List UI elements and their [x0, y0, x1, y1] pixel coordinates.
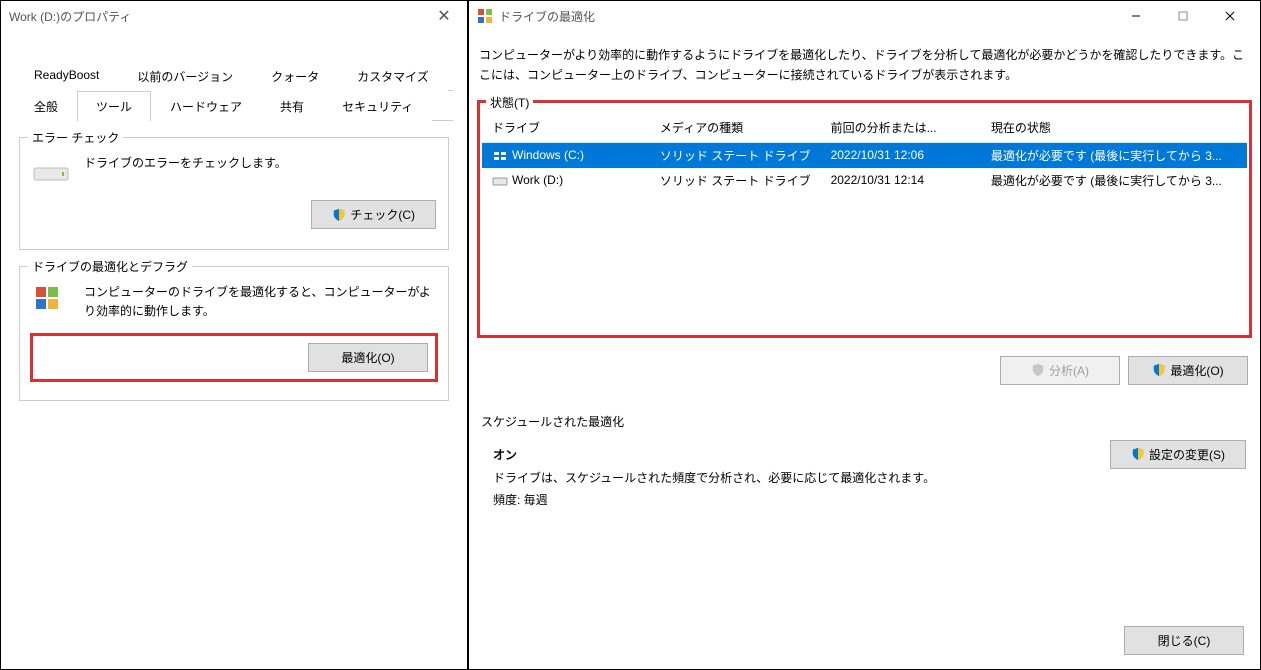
defrag-icon	[32, 283, 72, 315]
optimize-group: ドライブの最適化とデフラグ コンピューターのドライブを最適化すると、コンピュータ…	[19, 266, 449, 401]
window-title: Work (D:)のプロパティ	[9, 8, 429, 25]
table-row[interactable]: Work (D:) ソリッド ステート ドライブ2022/10/31 12:14最…	[482, 168, 1247, 193]
tab-row-top: ReadyBoost 以前のバージョン クォータ カスタマイズ	[15, 61, 453, 91]
schedule-text: ドライブは、スケジュールされた頻度で分析され、必要に応じて最適化されます。	[493, 471, 935, 485]
change-settings-button[interactable]: 設定の変更(S)	[1110, 440, 1246, 469]
error-check-legend: エラー チェック	[28, 129, 123, 146]
check-button[interactable]: チェック(C)	[311, 200, 436, 229]
table-row[interactable]: Windows (C:) ソリッド ステート ドライブ2022/10/31 12:…	[482, 142, 1247, 168]
optimize-drives-dialog: ドライブの最適化 コンピューターがより効率的に動作するようにドライブを最適化した…	[468, 0, 1261, 670]
error-check-text: ドライブのエラーをチェックします。	[84, 154, 436, 173]
drives-table: ドライブ メディアの種類 前回の分析または... 現在の状態 Windows (…	[482, 113, 1247, 193]
close-button[interactable]	[1207, 2, 1252, 30]
tab-security[interactable]: セキュリティ	[323, 91, 432, 121]
drive-state: 最適化が必要です (最後に実行してから 3...	[981, 168, 1247, 193]
optimize-text: コンピューターのドライブを最適化すると、コンピューターがより効率的に動作します。	[84, 283, 436, 321]
close-dialog-button[interactable]: 閉じる(C)	[1124, 626, 1244, 655]
maximize-button[interactable]	[1160, 2, 1205, 30]
description-text: コンピューターがより効率的に動作するようにドライブを最適化したり、ドライブを分析…	[469, 31, 1260, 96]
optimize-legend: ドライブの最適化とデフラグ	[28, 258, 192, 275]
col-media[interactable]: メディアの種類	[650, 113, 821, 143]
status-group: 状態(T) ドライブ メディアの種類 前回の分析または... 現在の状態 Win…	[479, 102, 1250, 336]
window-title: ドライブの最適化	[499, 8, 1113, 25]
content-area: ReadyBoost 以前のバージョン クォータ カスタマイズ 全般 ツール ハ…	[1, 31, 467, 427]
action-buttons: 分析(A) 最適化(O)	[469, 342, 1260, 399]
tab-row-bottom: 全般 ツール ハードウェア 共有 セキュリティ	[15, 91, 453, 121]
optimize-button[interactable]: 最適化(O)	[308, 343, 428, 372]
shield-icon	[1152, 363, 1166, 377]
analyze-button-label: 分析(A)	[1049, 362, 1089, 379]
status-legend: 状態(T)	[486, 94, 533, 111]
tab-tools[interactable]: ツール	[77, 91, 151, 121]
drive-name: Windows (C:)	[512, 148, 584, 162]
app-icon	[477, 8, 493, 24]
titlebar: ドライブの最適化	[469, 1, 1260, 31]
minimize-button[interactable]	[1113, 2, 1158, 30]
schedule-heading: スケジュールされた最適化	[471, 413, 1258, 430]
col-drive[interactable]: ドライブ	[482, 113, 650, 143]
schedule-status: オン	[493, 448, 517, 462]
close-dialog-label: 閉じる(C)	[1158, 632, 1211, 649]
drive-state: 最適化が必要です (最後に実行してから 3...	[981, 142, 1247, 168]
optimize-drives-button[interactable]: 最適化(O)	[1128, 356, 1248, 385]
drive-icon	[32, 154, 72, 186]
shield-icon	[332, 208, 346, 222]
drive-row-icon	[492, 150, 508, 162]
error-check-group: エラー チェック ドライブのエラーをチェックします。 チェック(C)	[19, 137, 449, 250]
tab-sharing[interactable]: 共有	[261, 91, 323, 121]
drive-last: 2022/10/31 12:06	[821, 142, 981, 168]
optimize-drives-button-label: 最適化(O)	[1170, 362, 1223, 379]
schedule-frequency: 頻度: 毎週	[493, 493, 548, 507]
properties-dialog: Work (D:)のプロパティ ✕ ReadyBoost 以前のバージョン クォ…	[0, 0, 468, 670]
optimize-button-label: 最適化(O)	[341, 349, 394, 366]
tab-general[interactable]: 全般	[15, 91, 77, 121]
drive-row-icon	[492, 175, 508, 187]
close-icon[interactable]: ✕	[429, 6, 459, 26]
tab-hardware[interactable]: ハードウェア	[151, 91, 261, 121]
drive-last: 2022/10/31 12:14	[821, 168, 981, 193]
schedule-section: スケジュールされた最適化 オン ドライブは、スケジュールされた頻度で分析され、必…	[469, 399, 1260, 528]
tab-readyboost[interactable]: ReadyBoost	[15, 61, 118, 91]
tab-previous-versions[interactable]: 以前のバージョン	[118, 61, 252, 91]
drive-name: Work (D:)	[512, 173, 563, 187]
col-last[interactable]: 前回の分析または...	[821, 113, 981, 143]
change-settings-label: 設定の変更(S)	[1149, 446, 1225, 463]
tab-customize[interactable]: カスタマイズ	[338, 61, 448, 91]
col-state[interactable]: 現在の状態	[981, 113, 1247, 143]
shield-icon	[1031, 363, 1045, 377]
drive-media: ソリッド ステート ドライブ	[650, 142, 821, 168]
shield-icon	[1131, 447, 1145, 461]
drive-media: ソリッド ステート ドライブ	[650, 168, 821, 193]
titlebar: Work (D:)のプロパティ ✕	[1, 1, 467, 31]
analyze-button[interactable]: 分析(A)	[1000, 356, 1120, 385]
check-button-label: チェック(C)	[350, 206, 415, 223]
footer: 閉じる(C)	[1124, 626, 1244, 655]
tab-quota[interactable]: クォータ	[252, 61, 338, 91]
